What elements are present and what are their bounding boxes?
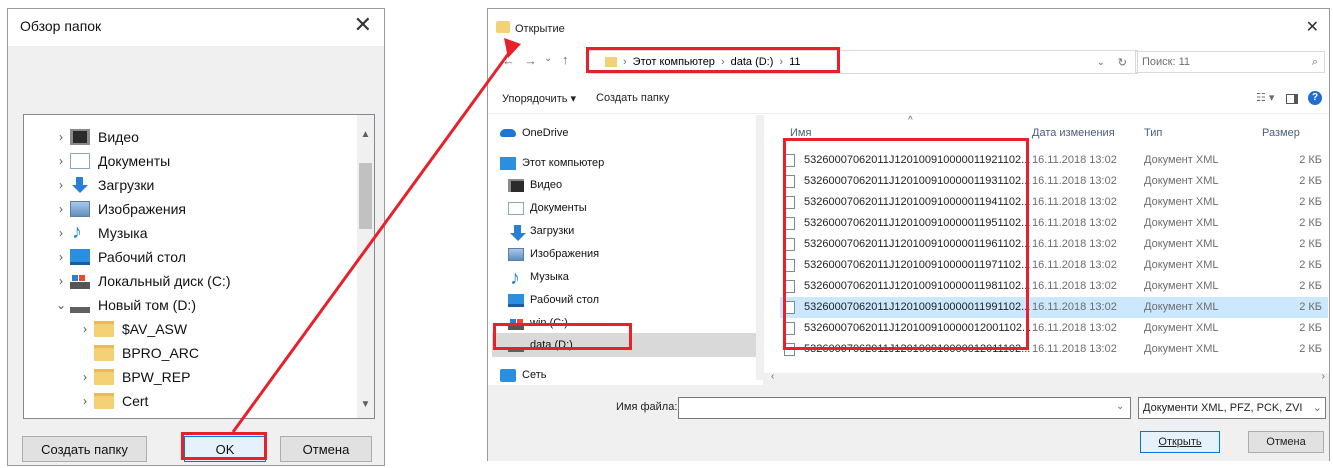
annotation-arrow xyxy=(231,38,521,433)
arrow-line xyxy=(231,45,516,433)
